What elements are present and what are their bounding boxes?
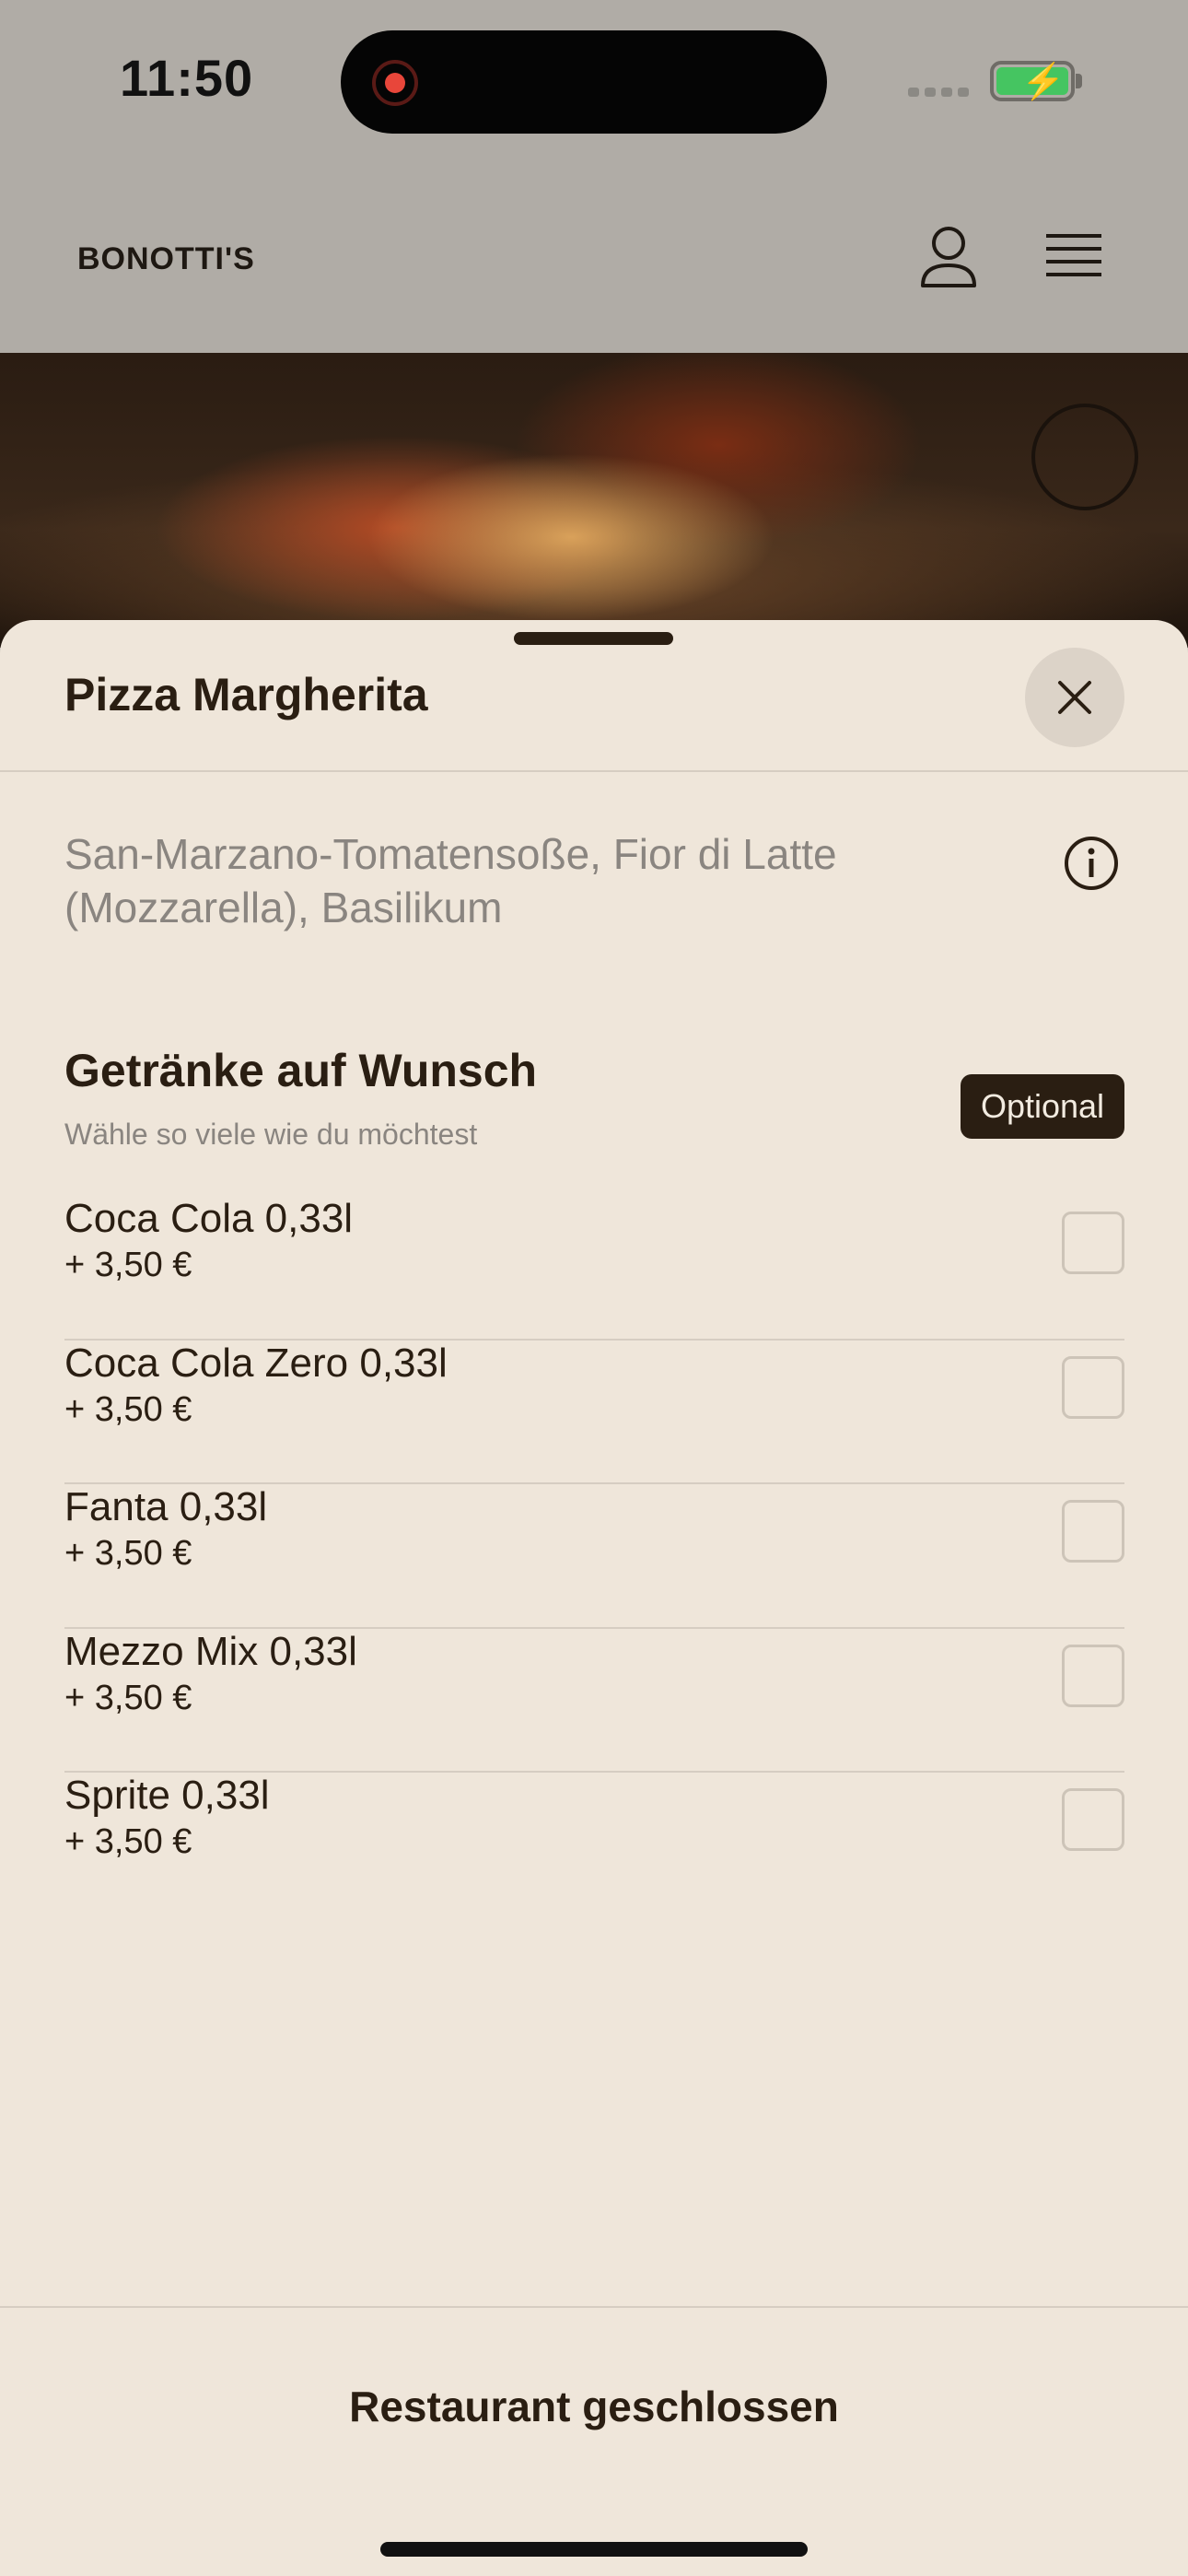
divider: [0, 770, 1188, 772]
list-item[interactable]: Fanta 0,33l + 3,50 €: [64, 1484, 1124, 1629]
option-checkbox[interactable]: [1062, 1644, 1124, 1707]
option-name: Mezzo Mix 0,33l: [64, 1628, 357, 1674]
option-list: Coca Cola 0,33l + 3,50 € Coca Cola Zero …: [64, 1196, 1124, 1917]
optional-badge: Optional: [961, 1074, 1124, 1139]
option-price: + 3,50 €: [64, 1534, 192, 1573]
home-indicator[interactable]: [380, 2542, 808, 2557]
hamburger-menu-icon: [1046, 234, 1101, 276]
footer-divider: [0, 2306, 1188, 2308]
account-button[interactable]: [912, 221, 985, 295]
option-name: Fanta 0,33l: [64, 1484, 268, 1529]
app-header: BONOTTI'S: [0, 166, 1188, 353]
option-checkbox[interactable]: [1062, 1212, 1124, 1274]
option-checkbox[interactable]: [1062, 1355, 1124, 1419]
restaurant-closed-label: Restaurant geschlossen: [349, 2383, 839, 2430]
cellular-signal-icon: [908, 88, 973, 97]
option-name: Sprite 0,33l: [64, 1773, 270, 1818]
product-description: San-Marzano-Tomatensoße, Fior di Latte (…: [64, 830, 837, 931]
option-price: + 3,50 €: [64, 1389, 192, 1429]
list-item[interactable]: Coca Cola 0,33l + 3,50 €: [64, 1196, 1124, 1341]
halal-badge-icon: [1031, 404, 1138, 510]
option-price: + 3,50 €: [64, 1246, 192, 1284]
list-item[interactable]: Mezzo Mix 0,33l + 3,50 €: [64, 1628, 1124, 1773]
person-icon: [921, 227, 976, 287]
hero-pizza-image: [0, 353, 1188, 648]
option-checkbox[interactable]: [1062, 1500, 1124, 1563]
option-name: Coca Cola 0,33l: [64, 1196, 354, 1241]
option-checkbox[interactable]: [1062, 1788, 1124, 1851]
dynamic-island: [341, 30, 827, 134]
status-time: 11:50: [120, 49, 254, 107]
info-icon: [1065, 837, 1118, 890]
product-sheet: Pizza Margherita San-Marzano-Tomatensoße…: [0, 620, 1188, 2576]
allergen-info-button[interactable]: [1063, 835, 1120, 892]
option-group-subtitle: Wähle so viele wie du möchtest: [64, 1118, 478, 1151]
option-price: + 3,50 €: [64, 1822, 192, 1861]
close-button[interactable]: [1025, 648, 1124, 747]
option-price: + 3,50 €: [64, 1678, 192, 1717]
option-name: Coca Cola Zero 0,33l: [64, 1340, 448, 1386]
battery-cap: [1076, 74, 1082, 88]
brand-logo-text[interactable]: BONOTTI'S: [77, 241, 255, 277]
list-item[interactable]: Sprite 0,33l + 3,50 €: [64, 1773, 1124, 1917]
recording-indicator-icon: [372, 60, 418, 106]
sheet-grabber[interactable]: [514, 632, 673, 645]
product-title: Pizza Margherita: [64, 669, 428, 720]
close-icon: [1058, 681, 1091, 714]
option-group-title: Getränke auf Wunsch: [64, 1045, 538, 1096]
battery-charging-icon: ⚡: [990, 61, 1075, 101]
status-bar: 11:50 ⚡: [0, 0, 1188, 166]
menu-button[interactable]: [1039, 228, 1109, 287]
list-item[interactable]: Coca Cola Zero 0,33l + 3,50 €: [64, 1340, 1124, 1484]
